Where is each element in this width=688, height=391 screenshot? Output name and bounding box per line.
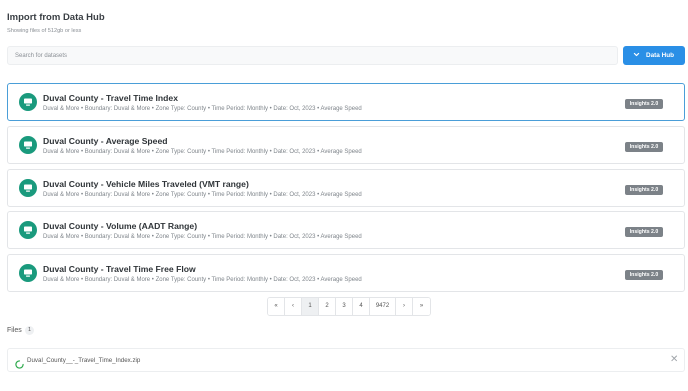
page-button-4[interactable]: 4 [353,298,370,315]
dataset-icon [19,93,37,111]
dataset-badge: Insights 2.0 [625,185,663,195]
dataset-badge: Insights 2.0 [625,99,663,109]
page-button-1[interactable]: 1 [302,298,319,315]
dataset-icon [19,221,37,239]
file-name: Duval_County__-_Travel_Time_Index.zip [27,357,141,364]
dataset-icon [19,136,37,154]
dataset-description: Duval & More • Boundary: Duval & More • … [43,277,362,283]
dataset-card[interactable]: Duval County - Volume (AADT Range) Duval … [7,211,685,249]
dataset-card[interactable]: Duval County - Travel Time Index Duval & … [7,83,685,121]
dataset-description: Duval & More • Boundary: Duval & More • … [43,149,362,155]
dataset-card[interactable]: Duval County - Average Speed Duval & More… [7,126,685,164]
data-hub-button-label: Data Hub [646,51,675,59]
dataset-badge: Insights 2.0 [625,227,663,237]
page-first-button[interactable]: « [268,298,285,315]
loading-spinner-icon [15,356,24,374]
chevron-down-icon [633,51,640,60]
dataset-card[interactable]: Duval County - Travel Time Free Flow Duva… [7,254,685,292]
files-label: Files [7,327,22,334]
data-hub-button[interactable]: Data Hub [623,46,685,65]
search-input[interactable]: Search for datasets [7,46,618,65]
page-last-button[interactable]: » [413,298,430,315]
dataset-description: Duval & More • Boundary: Duval & More • … [43,234,362,240]
search-placeholder: Search for datasets [15,52,68,59]
dataset-icon [19,179,37,197]
page-subtitle: Showing files of 512gb or less [7,28,82,34]
dataset-badge: Insights 2.0 [625,142,663,152]
dataset-title: Duval County - Travel Time Index [43,93,178,103]
dataset-card[interactable]: Duval County - Vehicle Miles Traveled (V… [7,169,685,207]
page-button-3[interactable]: 3 [336,298,353,315]
dataset-title: Duval County - Volume (AADT Range) [43,221,198,231]
page-prev-button[interactable]: ‹ [285,298,302,315]
files-count-badge: 1 [25,326,34,335]
dataset-icon [19,264,37,282]
dataset-badge: Insights 2.0 [625,270,663,280]
page-title: Import from Data Hub [7,12,105,23]
dataset-description: Duval & More • Boundary: Duval & More • … [43,106,362,112]
file-item: Duval_County__-_Travel_Time_Index.zip ✕ [7,348,685,372]
close-icon[interactable]: ✕ [670,354,678,365]
dataset-description: Duval & More • Boundary: Duval & More • … [43,192,362,198]
page-next-button[interactable]: › [396,298,413,315]
dataset-title: Duval County - Travel Time Free Flow [43,264,196,274]
page-button-2[interactable]: 2 [319,298,336,315]
pagination: « ‹ 1 2 3 4 9472 › » [267,297,431,316]
page-button-last-number[interactable]: 9472 [370,298,396,315]
dataset-title: Duval County - Vehicle Miles Traveled (V… [43,179,249,189]
dataset-title: Duval County - Average Speed [43,136,168,146]
